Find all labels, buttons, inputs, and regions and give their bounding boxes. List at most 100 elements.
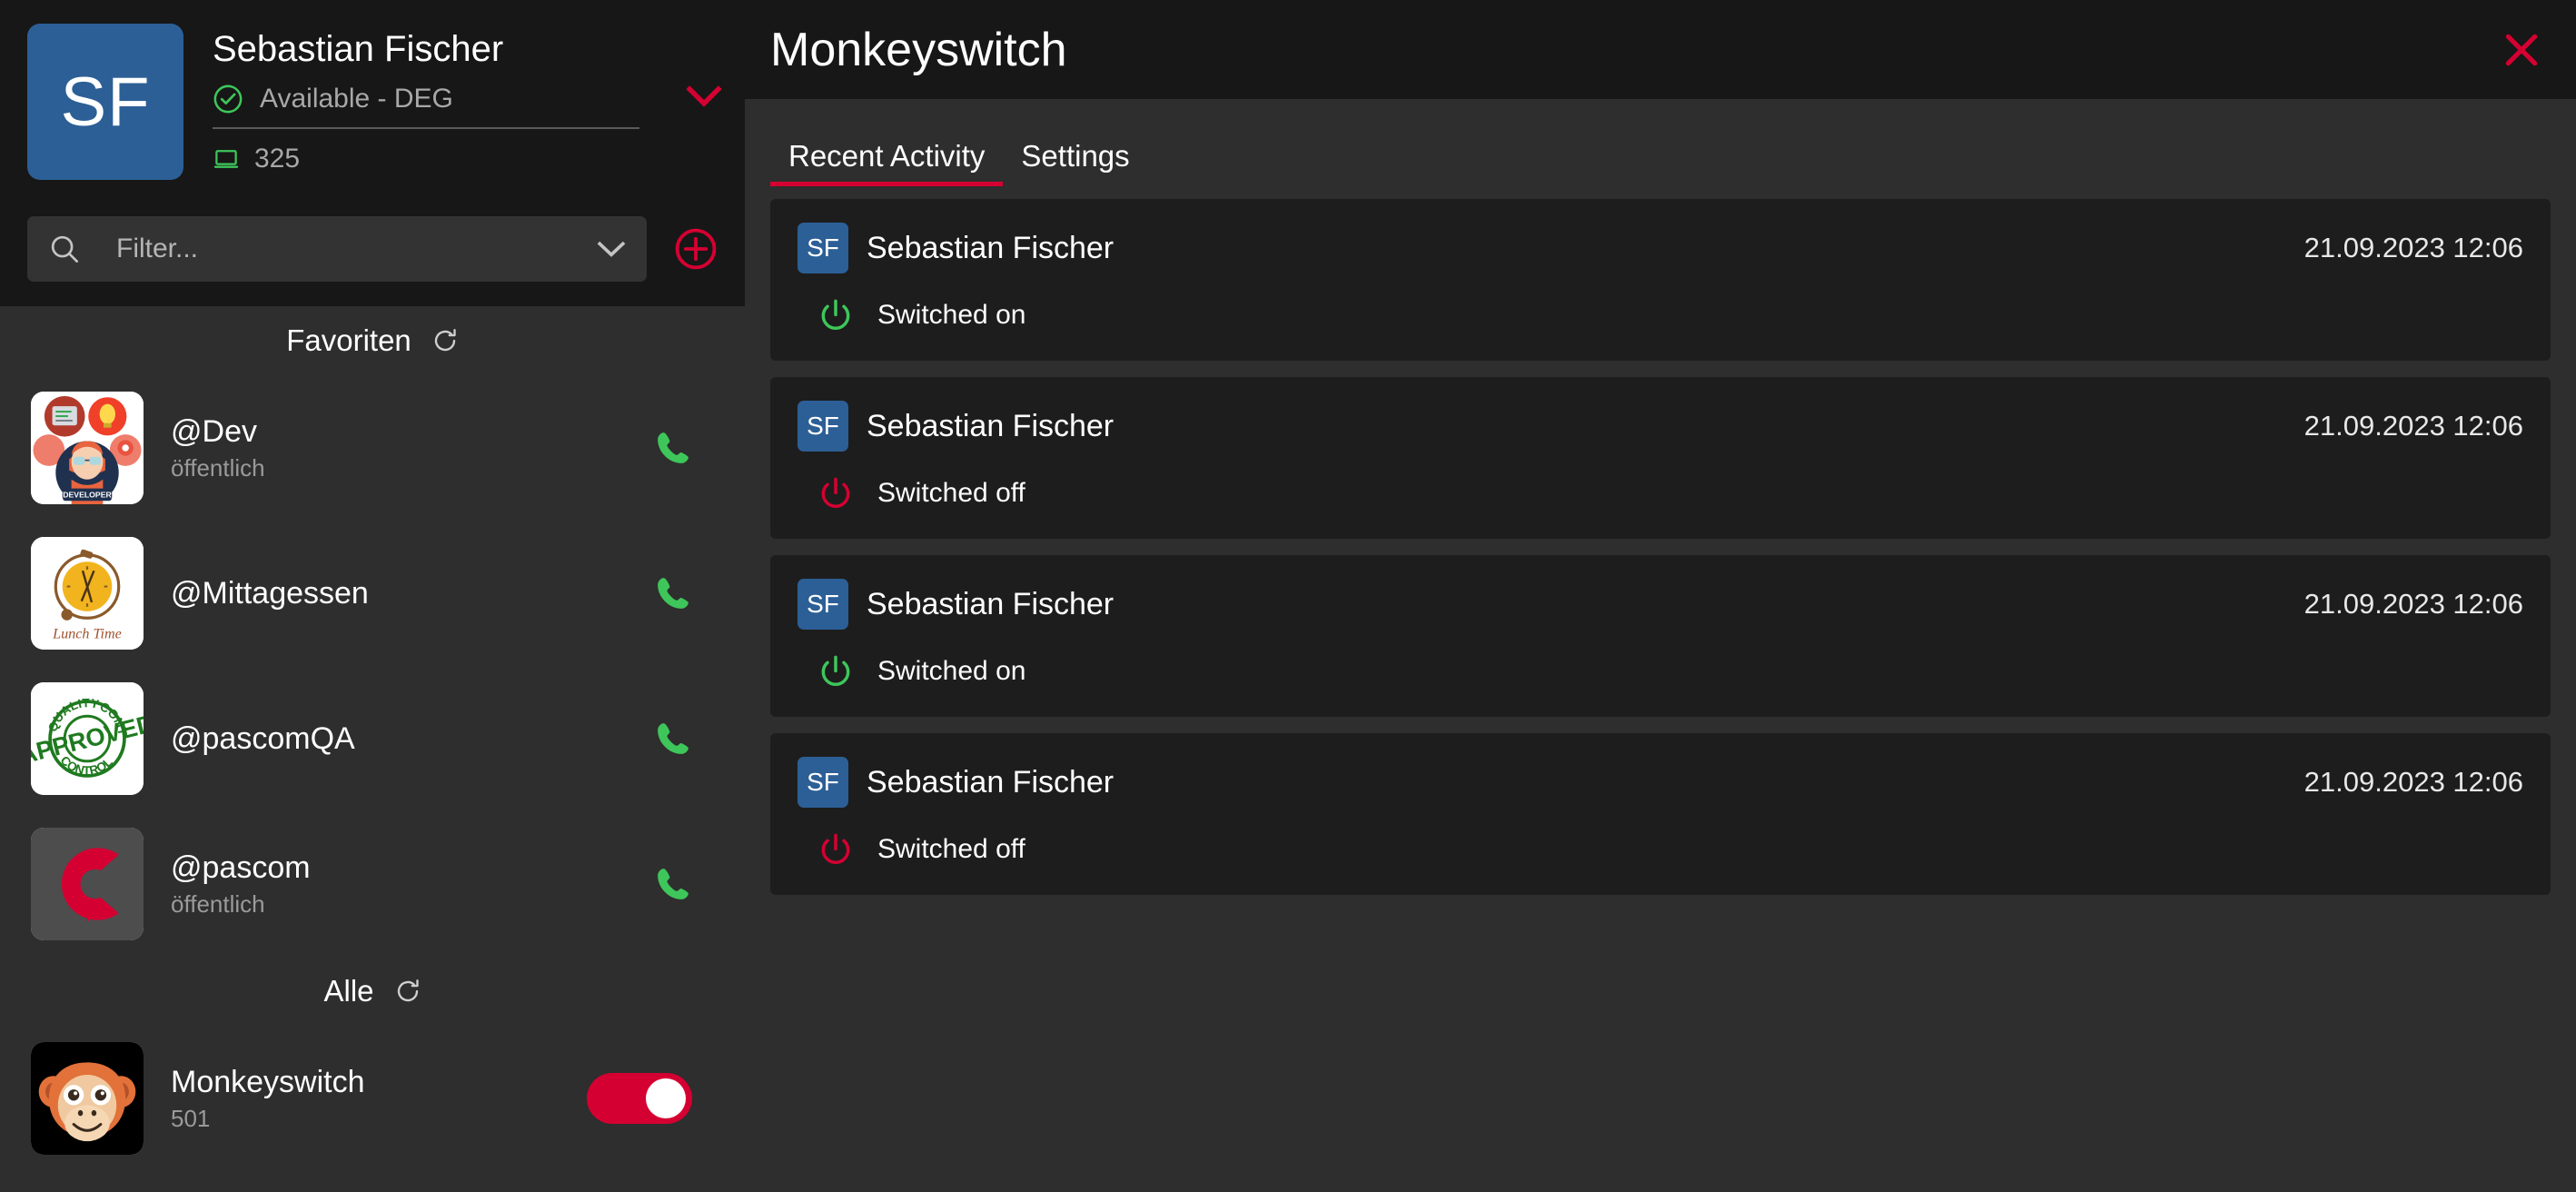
avatar: SF <box>798 579 848 630</box>
list-item-text: @pascomQA <box>171 720 652 758</box>
avatar: QUALITY CONTROL CONTROL APPROVED <box>31 682 144 795</box>
avatar <box>31 828 144 940</box>
activity-user: Sebastian Fischer <box>867 764 1115 800</box>
call-icon[interactable] <box>652 427 694 469</box>
status-selector[interactable]: Available - DEG <box>213 84 722 129</box>
activity-card-body: Switched on <box>798 653 2523 690</box>
list-item[interactable]: Lunch Time @Mittagessen <box>0 521 745 666</box>
contact-subtitle: öffentlich <box>171 890 265 918</box>
call-icon[interactable] <box>652 572 694 614</box>
search-input[interactable] <box>116 233 596 264</box>
activity-card: SF Sebastian Fischer 21.09.2023 12:06 Sw… <box>770 555 2551 717</box>
contact-name: @Dev <box>171 414 257 449</box>
activity-timestamp: 21.09.2023 12:06 <box>2304 766 2523 798</box>
activity-card: SF Sebastian Fischer 21.09.2023 12:06 Sw… <box>770 377 2551 539</box>
activity-list: SF Sebastian Fischer 21.09.2023 12:06 Sw… <box>745 186 2576 1192</box>
list-item[interactable]: @pascom öffentlich <box>0 811 745 957</box>
monkey-face <box>31 1042 144 1155</box>
chevron-down-icon[interactable] <box>596 239 627 259</box>
main-panel: Monkeyswitch Recent Activity Settings SF… <box>745 0 2576 1192</box>
activity-status: Switched on <box>877 656 1026 686</box>
tab-bar: Recent Activity Settings <box>745 99 2576 186</box>
activity-card-header: SF Sebastian Fischer 21.09.2023 12:06 <box>798 579 2523 630</box>
group-title: Alle <box>323 974 374 1008</box>
avatar: Lunch Time <box>31 537 144 650</box>
contact-name: @pascom <box>171 850 311 885</box>
activity-card-header: SF Sebastian Fischer 21.09.2023 12:06 <box>798 401 2523 452</box>
svg-text:Lunch Time: Lunch Time <box>52 627 122 642</box>
contact-name: Monkeyswitch <box>171 1065 365 1099</box>
list-item[interactable]: Monkeyswitch 501 <box>0 1026 745 1171</box>
lunch-time-clock: Lunch Time <box>31 537 144 650</box>
developer-illustration: [DEVELOPER] <box>31 392 144 504</box>
main-header: Monkeyswitch <box>745 0 2576 99</box>
contact-subtitle: öffentlich <box>171 454 265 482</box>
tab-settings[interactable]: Settings <box>1003 139 1147 186</box>
activity-status: Switched off <box>877 834 1025 864</box>
refresh-icon[interactable] <box>394 978 421 1005</box>
avatar: SF <box>798 223 848 273</box>
chevron-down-icon[interactable] <box>686 85 722 107</box>
switch-toggle[interactable] <box>587 1073 692 1124</box>
power-off-icon <box>817 475 854 512</box>
sidebar-header: SF Sebastian Fischer Available - DEG 325… <box>0 0 745 306</box>
avatar: SF <box>798 757 848 808</box>
activity-timestamp: 21.09.2023 12:06 <box>2304 588 2523 620</box>
contact-list: Favoriten [DEVELOPER] @Dev öffentlich Lu… <box>0 306 745 1192</box>
group-title: Favoriten <box>286 323 411 357</box>
avatar: SF <box>27 24 183 180</box>
activity-card-body: Switched on <box>798 297 2523 333</box>
check-circle-icon <box>213 84 243 114</box>
avatar <box>31 1042 144 1155</box>
contact-name: @pascomQA <box>171 721 355 756</box>
activity-card-header: SF Sebastian Fischer 21.09.2023 12:06 <box>798 757 2523 808</box>
list-item-text: @pascom öffentlich <box>171 849 652 919</box>
tab-recent-activity[interactable]: Recent Activity <box>770 139 1004 186</box>
power-on-icon <box>817 653 854 690</box>
call-icon[interactable] <box>652 863 694 905</box>
desktop-icon <box>213 145 240 173</box>
group-header-favoriten: Favoriten <box>0 306 745 375</box>
extension-number: 325 <box>254 144 301 174</box>
activity-status: Switched on <box>877 300 1026 330</box>
activity-user: Sebastian Fischer <box>867 408 1115 443</box>
list-item[interactable]: QUALITY CONTROL CONTROL APPROVED @pascom… <box>0 666 745 811</box>
refresh-icon[interactable] <box>431 327 459 354</box>
filter-box[interactable] <box>27 215 647 282</box>
call-icon[interactable] <box>652 718 694 760</box>
close-icon[interactable] <box>2502 30 2541 70</box>
list-item[interactable]: [DEVELOPER] @Dev öffentlich <box>0 375 745 521</box>
filter-row <box>0 205 745 292</box>
profile-name: Sebastian Fischer <box>213 29 504 69</box>
list-item-text: @Dev öffentlich <box>171 412 652 483</box>
power-on-icon <box>817 297 854 333</box>
activity-status: Switched off <box>877 478 1025 508</box>
app-window: SF Sebastian Fischer Available - DEG 325… <box>0 0 2576 1192</box>
extension-row: 325 <box>213 144 745 174</box>
activity-timestamp: 21.09.2023 12:06 <box>2304 232 2523 263</box>
list-item-text: @Mittagessen <box>171 574 652 612</box>
profile-info: Sebastian Fischer Available - DEG 325 <box>213 24 745 205</box>
activity-user: Sebastian Fischer <box>867 586 1115 621</box>
power-off-icon <box>817 831 854 868</box>
quality-approved-stamp: QUALITY CONTROL CONTROL APPROVED <box>31 682 144 795</box>
page-title: Monkeyswitch <box>770 23 1067 76</box>
activity-card-body: Switched off <box>798 475 2523 512</box>
list-item-text: Monkeyswitch 501 <box>171 1063 587 1134</box>
plus-circle-icon[interactable] <box>674 227 718 271</box>
toggle-knob <box>646 1078 686 1118</box>
search-icon <box>47 232 82 266</box>
profile-row[interactable]: SF Sebastian Fischer Available - DEG 325 <box>0 0 745 205</box>
status-text: Available - DEG <box>260 84 453 114</box>
avatar: [DEVELOPER] <box>31 392 144 504</box>
activity-card-body: Switched off <box>798 831 2523 868</box>
contact-subtitle: 501 <box>171 1105 211 1132</box>
svg-text:[DEVELOPER]: [DEVELOPER] <box>60 491 114 500</box>
pascom-logo <box>31 828 144 940</box>
sidebar: SF Sebastian Fischer Available - DEG 325… <box>0 0 745 1192</box>
activity-user: Sebastian Fischer <box>867 230 1115 265</box>
contact-name: @Mittagessen <box>171 576 369 611</box>
activity-card: SF Sebastian Fischer 21.09.2023 12:06 Sw… <box>770 733 2551 895</box>
group-header-alle: Alle <box>0 957 745 1026</box>
activity-card: SF Sebastian Fischer 21.09.2023 12:06 Sw… <box>770 199 2551 361</box>
